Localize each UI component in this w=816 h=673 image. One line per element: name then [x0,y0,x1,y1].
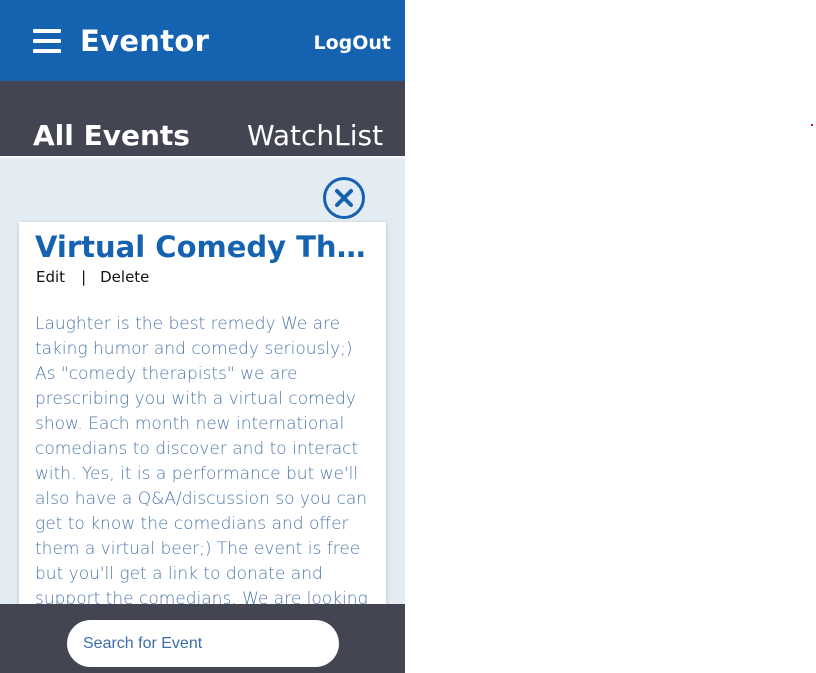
event-description: Laughter is the best remedy We are takin… [35,314,368,642]
app-title: Eventor [80,24,210,58]
bottom-search-bar [0,604,405,673]
hamburger-menu-icon[interactable] [33,29,61,53]
tab-watchlist[interactable]: WatchList [247,119,383,152]
edit-link[interactable]: Edit [36,268,65,286]
action-separator: | [81,268,87,286]
search-input[interactable] [67,620,339,667]
delete-link[interactable]: Delete [100,268,149,286]
close-icon[interactable] [323,177,365,219]
app-frame: Eventor LogOut All Events WatchList Virt… [0,0,405,673]
logout-link[interactable]: LogOut [313,32,391,54]
stray-red-dot [811,124,813,126]
event-card: Virtual Comedy Therapy Edit | Delete Laugh… [19,222,386,642]
top-header: Eventor LogOut [0,0,405,81]
tab-all-events[interactable]: All Events [33,119,190,152]
event-title[interactable]: Virtual Comedy Therapy [35,230,380,264]
tab-bar: All Events WatchList [0,81,405,158]
event-actions: Edit | Delete [36,268,149,286]
